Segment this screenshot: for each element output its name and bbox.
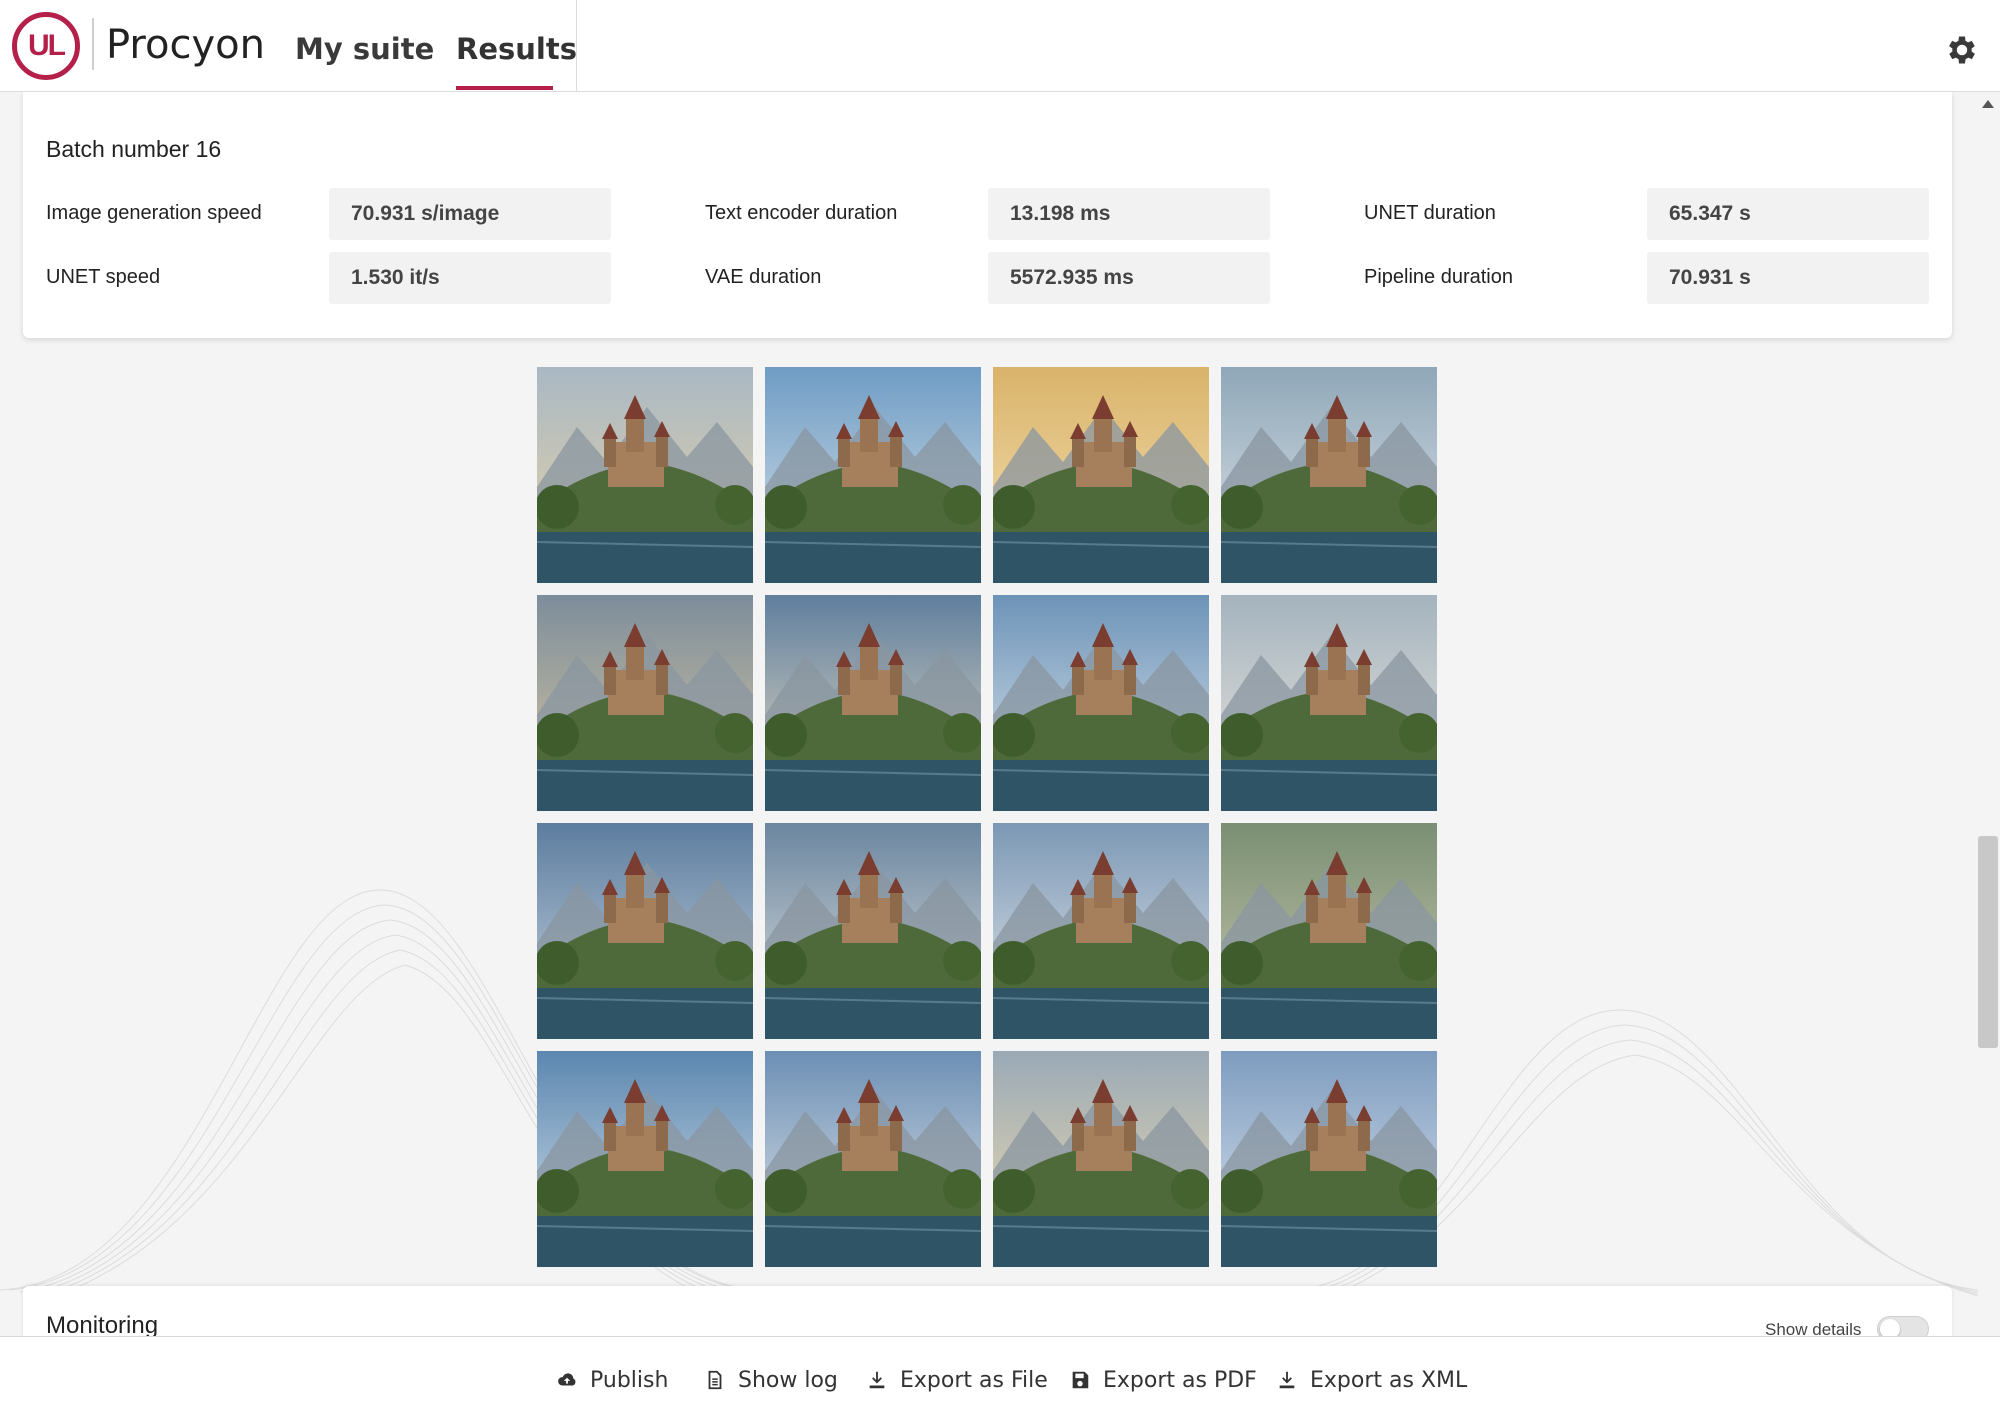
metric-value: 5572.935 ms <box>988 252 1270 304</box>
castle-image[interactable] <box>993 595 1209 811</box>
scroll-up-arrow[interactable] <box>1982 100 1994 108</box>
logo-text: UL <box>28 29 66 62</box>
show-log-button[interactable]: Show log <box>704 1365 838 1395</box>
castle-image[interactable] <box>537 367 753 583</box>
scrollbar-thumb[interactable] <box>1978 836 1998 1048</box>
metric-label: UNET duration <box>1364 202 1496 224</box>
footer-toolbar: Publish Show log Export as File Export a… <box>0 1336 2000 1418</box>
castle-image-art <box>765 823 981 1039</box>
app-header: UL Procyon My suite Results <box>0 0 2000 92</box>
export-xml-button[interactable]: Export as XML <box>1276 1365 1467 1395</box>
publish-label: Publish <box>590 1367 669 1393</box>
app-brand: Procyon <box>106 22 265 68</box>
castle-image[interactable] <box>765 1051 981 1267</box>
batch-result-card: Batch number 16 Image generation speed 7… <box>23 92 1952 338</box>
generated-images-grid <box>537 367 1437 1269</box>
active-tab-indicator <box>456 86 553 90</box>
show-log-label: Show log <box>738 1367 838 1393</box>
castle-image-art <box>993 595 1209 811</box>
tab-my-suite[interactable]: My suite <box>295 32 434 66</box>
castle-image-art <box>537 823 753 1039</box>
castle-image-art <box>537 1051 753 1267</box>
castle-image[interactable] <box>993 1051 1209 1267</box>
logo-divider <box>92 18 94 70</box>
metric-label: Text encoder duration <box>705 202 898 224</box>
castle-image-art <box>1221 1051 1437 1267</box>
publish-button[interactable]: Publish <box>556 1365 668 1395</box>
castle-image[interactable] <box>1221 595 1437 811</box>
castle-image[interactable] <box>765 823 981 1039</box>
metric-value: 1.530 it/s <box>329 252 611 304</box>
gear-icon[interactable] <box>1944 32 1980 68</box>
castle-image-art <box>1221 823 1437 1039</box>
castle-image-art <box>993 1051 1209 1267</box>
castle-image-art <box>537 595 753 811</box>
metric-value: 13.198 ms <box>988 188 1270 240</box>
ul-logo: UL <box>12 12 80 80</box>
castle-image[interactable] <box>993 367 1209 583</box>
export-xml-label: Export as XML <box>1310 1367 1468 1393</box>
metric-value: 65.347 s <box>1647 188 1929 240</box>
header-divider <box>576 0 577 92</box>
document-icon <box>708 1370 722 1390</box>
metric-label: Pipeline duration <box>1364 266 1513 288</box>
metric-label: UNET speed <box>46 266 161 288</box>
castle-image[interactable] <box>1221 823 1437 1039</box>
metric-value: 70.931 s/image <box>329 188 611 240</box>
castle-image-art <box>537 367 753 583</box>
castle-image-art <box>765 367 981 583</box>
export-pdf-label: Export as PDF <box>1103 1367 1257 1393</box>
metric-label: Image generation speed <box>46 202 262 224</box>
castle-image-art <box>993 823 1209 1039</box>
castle-image[interactable] <box>1221 1051 1437 1267</box>
castle-image-art <box>765 595 981 811</box>
download-icon <box>869 1371 885 1389</box>
castle-image-art <box>1221 595 1437 811</box>
export-file-button[interactable]: Export as File <box>866 1365 1048 1395</box>
cloud-upload-icon <box>558 1373 576 1386</box>
castle-image-art <box>993 367 1209 583</box>
castle-image[interactable] <box>537 1051 753 1267</box>
castle-image[interactable] <box>537 595 753 811</box>
save-icon <box>1072 1371 1089 1389</box>
download-icon <box>1279 1371 1295 1389</box>
castle-image[interactable] <box>765 367 981 583</box>
castle-image[interactable] <box>537 823 753 1039</box>
castle-image[interactable] <box>993 823 1209 1039</box>
scrollbar-track[interactable] <box>1978 92 2000 1336</box>
batch-title: Batch number 16 <box>46 136 222 162</box>
castle-image[interactable] <box>1221 367 1437 583</box>
castle-image-art <box>1221 367 1437 583</box>
metric-value: 70.931 s <box>1647 252 1929 304</box>
castle-image[interactable] <box>765 595 981 811</box>
metric-label: VAE duration <box>705 266 822 288</box>
export-file-label: Export as File <box>900 1367 1048 1393</box>
tab-results[interactable]: Results <box>456 32 577 66</box>
export-pdf-button[interactable]: Export as PDF <box>1069 1365 1257 1395</box>
castle-image-art <box>765 1051 981 1267</box>
